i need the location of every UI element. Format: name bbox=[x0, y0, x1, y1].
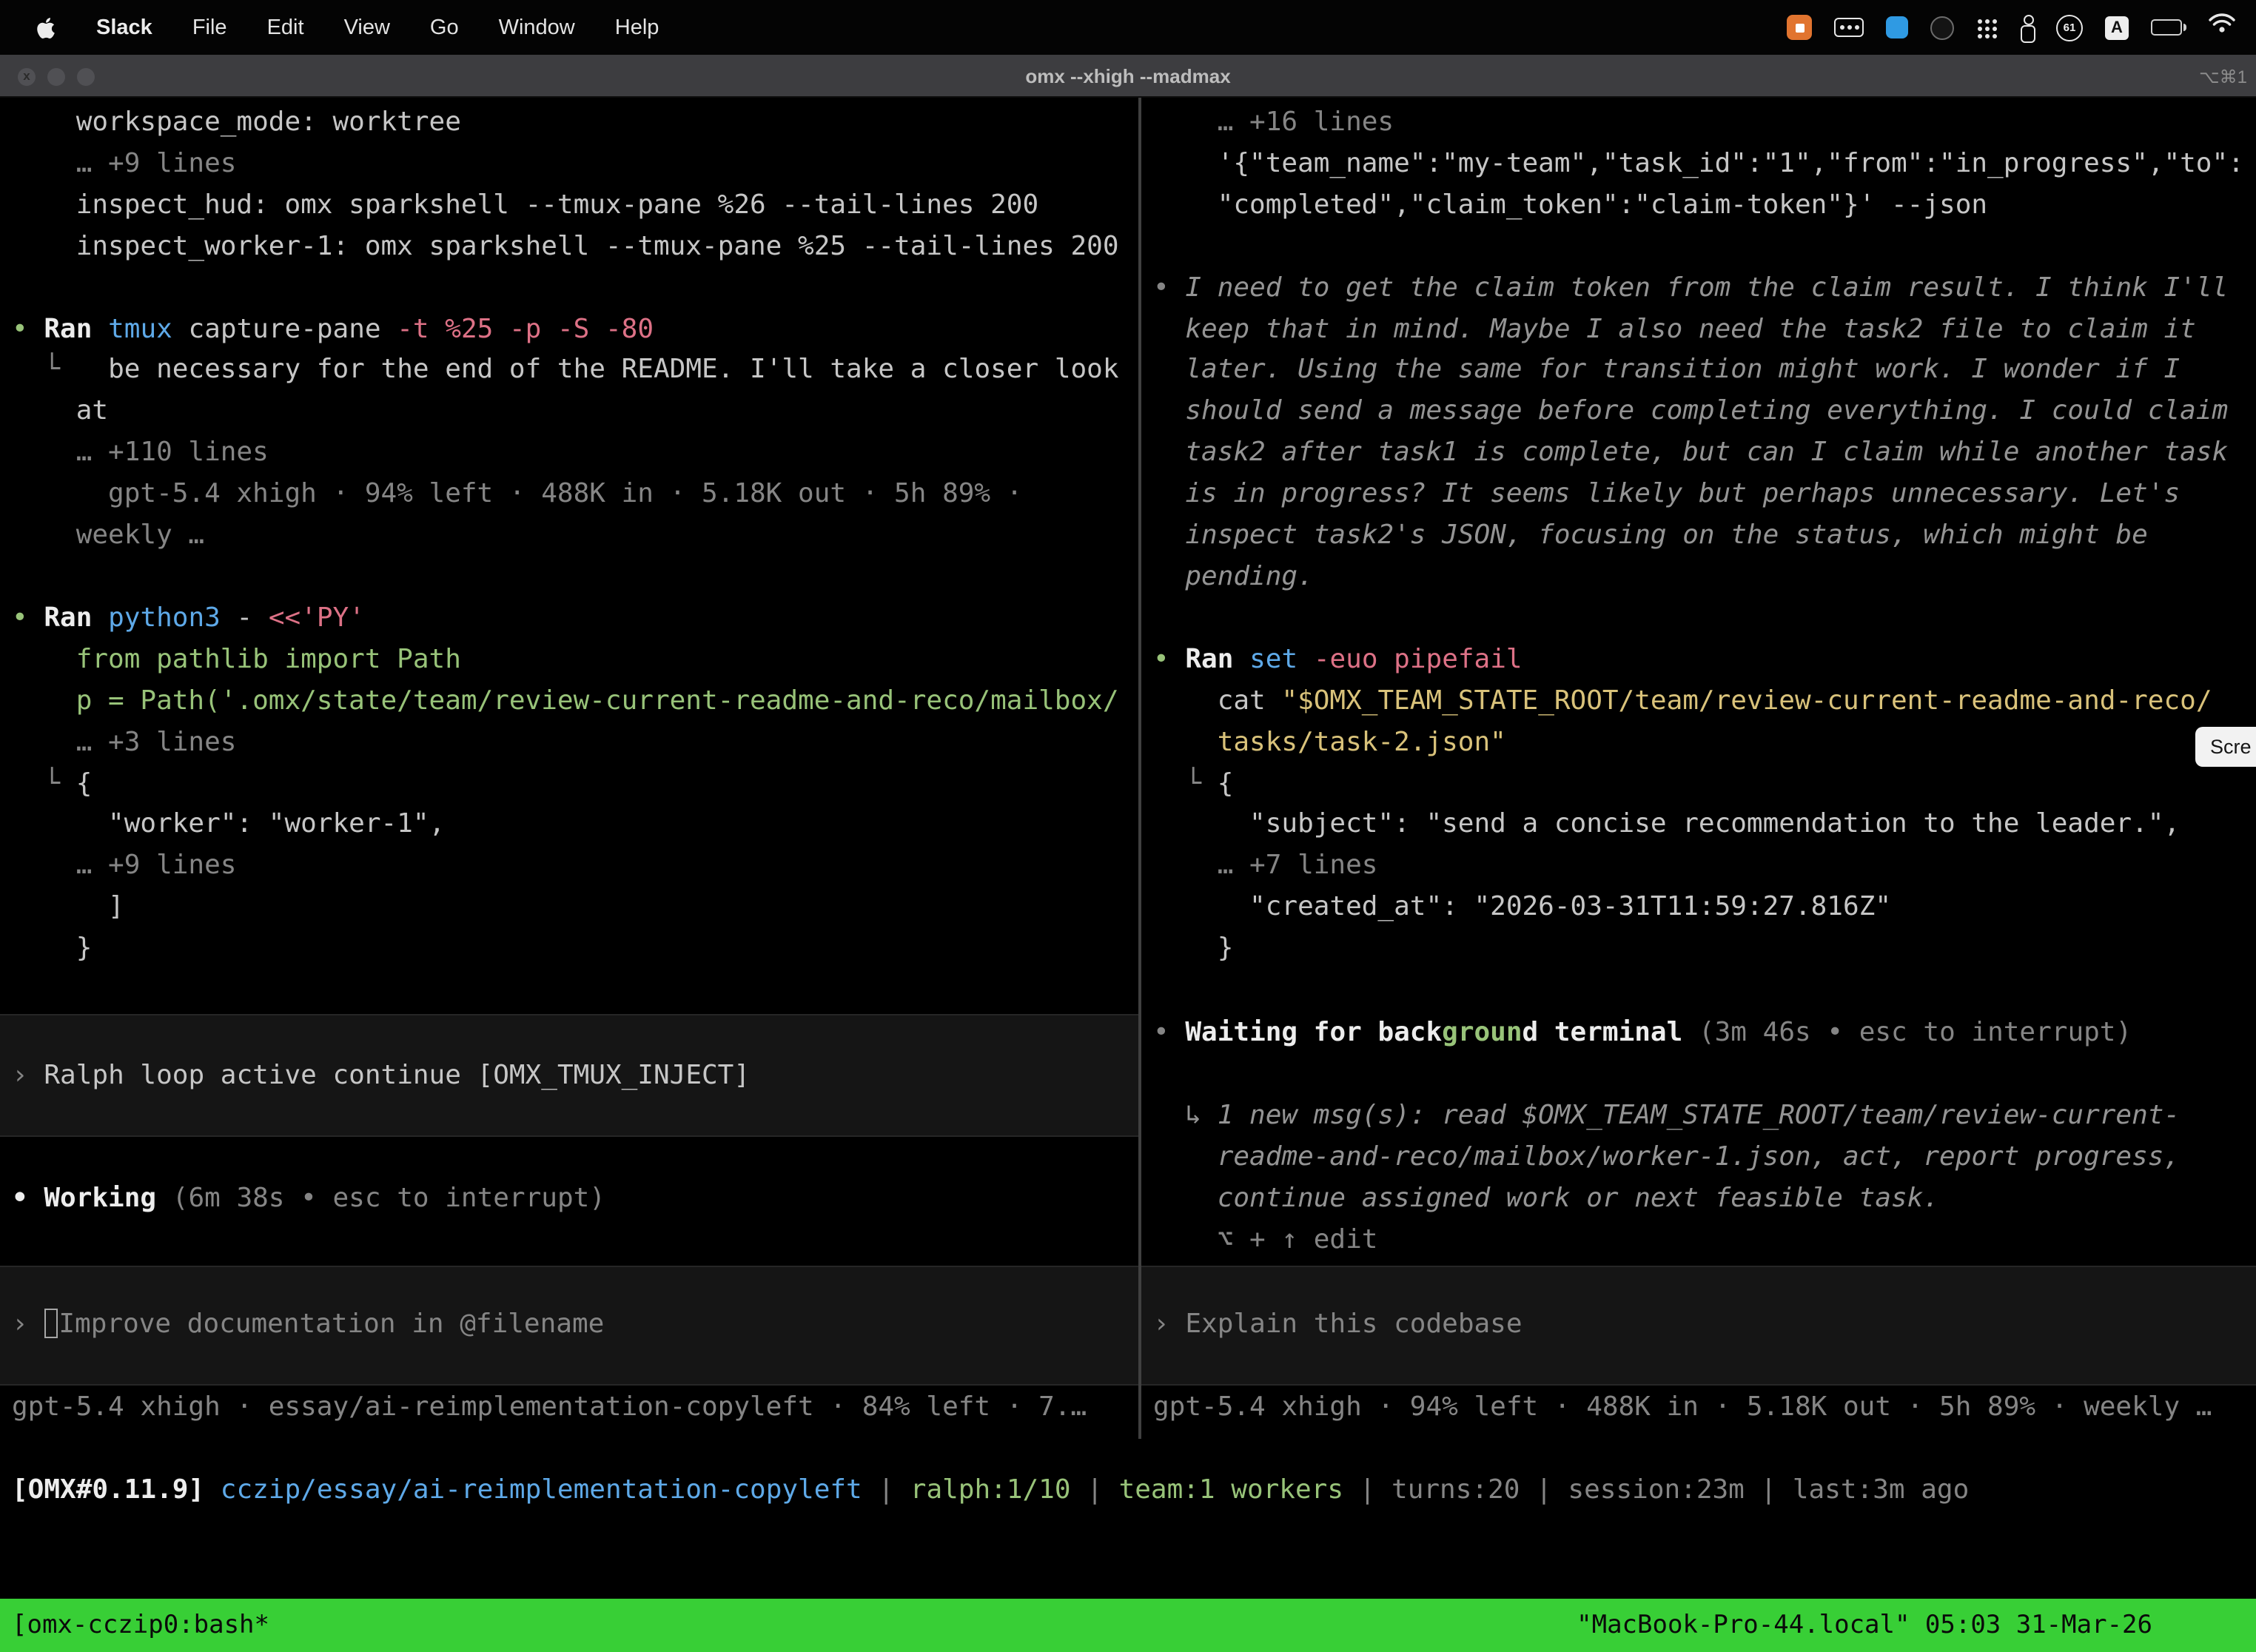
terminal-line: task2 after task1 is complete, but can I… bbox=[1141, 433, 2256, 474]
app-icon-dark[interactable] bbox=[1930, 16, 1954, 39]
prompt-chevron: › bbox=[1153, 1308, 1185, 1339]
left-pane-status-line: gpt-5.4 xhigh · essay/ai-reimplementatio… bbox=[0, 1387, 1138, 1428]
right-pane-status-line: gpt-5.4 xhigh · 94% left · 488K in · 5.1… bbox=[1141, 1386, 2256, 1428]
pane-left[interactable]: workspace_mode: worktree … +9 lines insp… bbox=[0, 98, 1138, 1439]
menu-help[interactable]: Help bbox=[615, 16, 659, 39]
right-input-line[interactable]: › Explain this codebase bbox=[1141, 1303, 2256, 1345]
left-input-line[interactable]: › Improve documentation in @filename bbox=[0, 1304, 1138, 1346]
terminal-line: └ { bbox=[0, 763, 1138, 805]
working-status-line: • Working (6m 38s • esc to interrupt) bbox=[0, 1178, 1138, 1220]
terminal-line: } bbox=[0, 928, 1138, 970]
terminal-line: … +9 lines bbox=[0, 846, 1138, 887]
terminal-line: … +110 lines bbox=[0, 433, 1138, 474]
pane-right[interactable]: … +16 lines '{"team_name":"my-team","tas… bbox=[1141, 98, 2256, 1439]
terminal-line: inspect_worker-1: omx sparkshell --tmux-… bbox=[0, 226, 1138, 267]
window-shortcut-hint: ⌥⌘1 bbox=[2199, 55, 2247, 98]
tmux-host-clock: "MacBook-Pro-44.local" 05:03 31-Mar-26 bbox=[1577, 1611, 2152, 1640]
terminal-line: continue assigned work or next feasible … bbox=[1141, 1178, 2256, 1220]
wifi-icon[interactable] bbox=[2209, 13, 2235, 41]
terminal-line bbox=[0, 267, 1138, 309]
menu-bar: Slack File Edit View Go Window Help 61 A bbox=[0, 0, 2256, 55]
left-scrollback: workspace_mode: worktree … +9 lines insp… bbox=[0, 102, 1138, 970]
terminal-line: ↳ 1 new msg(s): read $OMX_TEAM_STATE_ROO… bbox=[1141, 1095, 2256, 1137]
terminal-line: p = Path('.omx/state/team/review-current… bbox=[0, 680, 1138, 722]
terminal-line: from pathlib import Path bbox=[0, 639, 1138, 681]
ralph-loop-line: › Ralph loop active continue [OMX_TMUX_I… bbox=[0, 1055, 1138, 1097]
terminal-line: weekly … bbox=[0, 515, 1138, 557]
input-source-icon[interactable]: A bbox=[2105, 16, 2129, 39]
left-input-box[interactable]: › Improve documentation in @filename bbox=[0, 1266, 1138, 1386]
terminal-line: at bbox=[0, 392, 1138, 433]
terminal-line: inspect task2's JSON, focusing on the st… bbox=[1141, 515, 2256, 557]
menu-go[interactable]: Go bbox=[430, 16, 459, 39]
terminal-line: … +16 lines bbox=[1141, 102, 2256, 144]
left-input-placeholder: Improve documentation in @filename bbox=[58, 1309, 604, 1340]
apple-menu[interactable] bbox=[36, 16, 56, 39]
terminal-line: • Ran python3 - <<'PY' bbox=[0, 598, 1138, 639]
terminal-line: └ be necessary for the end of the README… bbox=[0, 350, 1138, 392]
app-menu-slack[interactable]: Slack bbox=[96, 16, 152, 39]
terminal-line bbox=[0, 557, 1138, 598]
right-scrollback: … +16 lines '{"team_name":"my-team","tas… bbox=[1141, 102, 2256, 970]
screen-recording-indicator-icon[interactable] bbox=[1787, 15, 1812, 40]
window-title: omx --xhigh --madmax bbox=[0, 55, 2256, 98]
battery-gauge-icon[interactable]: 61 bbox=[2056, 14, 2083, 41]
ralph-loop-banner: › Ralph loop active continue [OMX_TMUX_I… bbox=[0, 1014, 1138, 1137]
tmux-panes: workspace_mode: worktree … +9 lines insp… bbox=[0, 98, 2256, 1439]
terminal-line: should send a message before completing … bbox=[1141, 392, 2256, 433]
terminal-line: └ { bbox=[1141, 763, 2256, 805]
menu-view[interactable]: View bbox=[344, 16, 390, 39]
terminal-line: } bbox=[1141, 928, 2256, 970]
terminal-line: keep that in mind. Maybe I also need the… bbox=[1141, 309, 2256, 350]
launchpad-icon[interactable] bbox=[1976, 17, 1997, 38]
menu-file[interactable]: File bbox=[192, 16, 227, 39]
terminal-line: ⌥ + ↑ edit bbox=[1141, 1219, 2256, 1260]
terminal-line: • I need to get the claim token from the… bbox=[1141, 267, 2256, 309]
terminal-line: • Ran set -euo pipefail bbox=[1141, 639, 2256, 681]
terminal-line: … +3 lines bbox=[0, 722, 1138, 763]
title-bar[interactable]: x omx --xhigh --madmax ⌥⌘1 bbox=[0, 55, 2256, 98]
mailbox-message-block: ↳ 1 new msg(s): read $OMX_TEAM_STATE_ROO… bbox=[1141, 1095, 2256, 1260]
terminal-line: "created_at": "2026-03-31T11:59:27.816Z" bbox=[1141, 887, 2256, 928]
apple-icon bbox=[36, 16, 56, 39]
terminal-line: … +7 lines bbox=[1141, 846, 2256, 887]
tmux-status-bar: [omx-cczip0:bash* "MacBook-Pro-44.local"… bbox=[0, 1599, 2256, 1652]
terminal-line bbox=[1141, 598, 2256, 639]
menu-window[interactable]: Window bbox=[499, 16, 575, 39]
terminal-window: x omx --xhigh --madmax ⌥⌘1 workspace_mod… bbox=[0, 55, 2256, 1652]
terminal-line: ] bbox=[0, 887, 1138, 928]
prompt-chevron: › bbox=[12, 1309, 44, 1340]
text-cursor bbox=[44, 1309, 57, 1338]
terminal-line: readme-and-reco/mailbox/worker-1.json, a… bbox=[1141, 1137, 2256, 1178]
app-icon-blue[interactable] bbox=[1886, 16, 1908, 38]
terminal-line: "completed","claim_token":"claim-token"}… bbox=[1141, 185, 2256, 226]
terminal-line: later. Using the same for transition mig… bbox=[1141, 350, 2256, 392]
menu-edit[interactable]: Edit bbox=[267, 16, 304, 39]
terminal-line: "worker": "worker-1", bbox=[0, 805, 1138, 846]
tmux-session-label: [omx-cczip0:bash* bbox=[12, 1611, 269, 1640]
right-input-placeholder: Explain this codebase bbox=[1185, 1308, 1522, 1339]
omx-status-line: [OMX#0.11.9] cczip/essay/ai-reimplementa… bbox=[0, 1470, 2256, 1511]
terminal-line: "subject": "send a concise recommendatio… bbox=[1141, 805, 2256, 846]
screenshot-tooltip: Scre bbox=[2195, 727, 2256, 767]
terminal-line: workspace_mode: worktree bbox=[0, 102, 1138, 144]
terminal-line: • Ran tmux capture-pane -t %25 -p -S -80 bbox=[0, 309, 1138, 350]
battery-icon[interactable] bbox=[2151, 19, 2186, 36]
terminal-line: inspect_hud: omx sparkshell --tmux-pane … bbox=[0, 185, 1138, 226]
terminal-line: is in progress? It seems likely but perh… bbox=[1141, 474, 2256, 515]
terminal-line: cat "$OMX_TEAM_STATE_ROOT/team/review-cu… bbox=[1141, 680, 2256, 722]
terminal-line: tasks/task-2.json" bbox=[1141, 722, 2256, 763]
keyboard-icon[interactable] bbox=[1834, 18, 1864, 37]
terminal-line bbox=[1141, 226, 2256, 267]
screen: Slack File Edit View Go Window Help 61 A bbox=[0, 0, 2256, 1652]
terminal-line: pending. bbox=[1141, 557, 2256, 598]
waiting-status-line: • Waiting for background terminal (3m 46… bbox=[1141, 1013, 2256, 1054]
stats-figure-icon[interactable] bbox=[2019, 15, 2034, 40]
terminal-line: … +9 lines bbox=[0, 144, 1138, 185]
terminal-line: '{"team_name":"my-team","task_id":"1","f… bbox=[1141, 144, 2256, 185]
terminal-line: gpt-5.4 xhigh · 94% left · 488K in · 5.1… bbox=[0, 474, 1138, 515]
right-input-box[interactable]: › Explain this codebase bbox=[1141, 1265, 2256, 1385]
